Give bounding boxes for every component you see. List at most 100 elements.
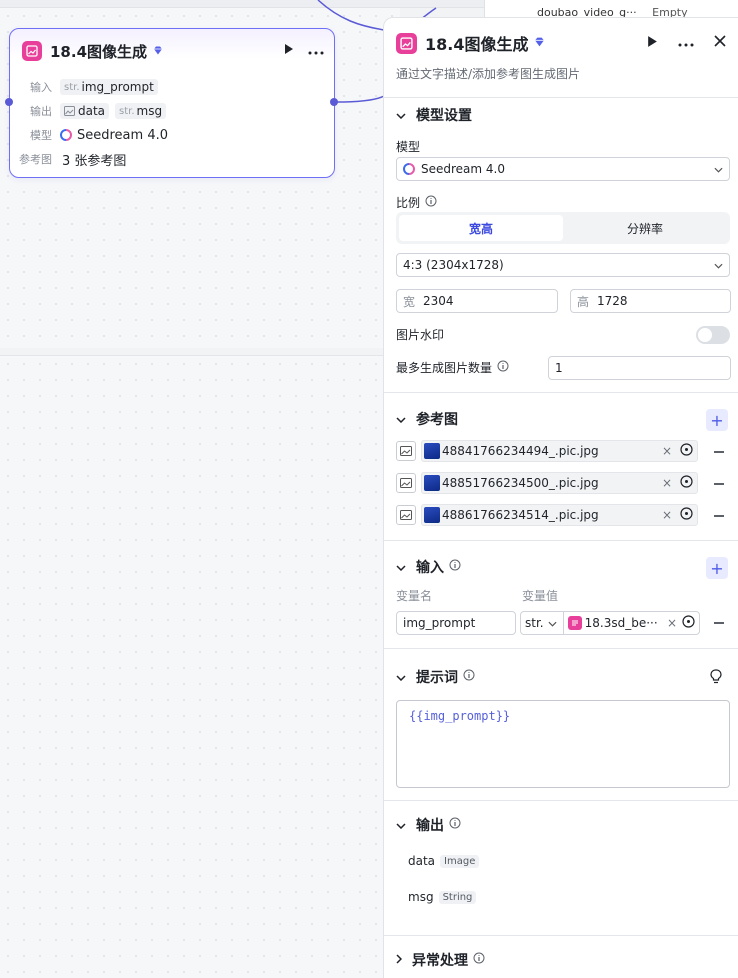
node-ref-row: 参考图 3 张参考图 <box>19 147 172 171</box>
chevron-down-icon <box>396 559 406 575</box>
prompt-textarea[interactable]: {{img_prompt}} <box>396 700 730 788</box>
output-header[interactable]: 输出 <box>396 814 461 836</box>
info-icon[interactable] <box>463 669 475 685</box>
image-type-icon <box>64 106 75 116</box>
type-prefix: str. <box>64 81 80 93</box>
remove-reference-button[interactable] <box>714 515 724 517</box>
remove-reference-button[interactable] <box>714 483 724 485</box>
model-select-value: Seedream 4.0 <box>421 162 505 176</box>
output-name: msg <box>408 890 434 904</box>
node-output-port[interactable] <box>330 98 338 106</box>
input-header[interactable]: 输入 <box>396 556 461 578</box>
reference-file-pill[interactable]: 48841766234494_.pic.jpg × <box>421 440 698 462</box>
section-title: 异常处理 <box>412 953 468 969</box>
height-prefix: 高 <box>577 294 590 309</box>
info-icon[interactable] <box>473 952 485 968</box>
chevron-down-icon <box>714 258 723 272</box>
reference-thumbnail <box>424 475 440 491</box>
max-count-value: 1 <box>555 361 563 375</box>
info-icon[interactable] <box>449 559 461 575</box>
var-value-column: 变量值 <box>522 589 559 603</box>
model-select[interactable]: Seedream 4.0 <box>396 157 730 181</box>
section-title: 参考图 <box>416 412 458 428</box>
reference-filename: 48851766234500_.pic.jpg <box>442 476 599 490</box>
lightbulb-icon[interactable] <box>710 669 722 688</box>
seedream-logo-icon <box>60 129 72 141</box>
output-name: data <box>408 854 436 868</box>
width-prefix: 宽 <box>403 294 416 309</box>
height-input[interactable]: 高 1728 <box>570 289 731 313</box>
width-value: 2304 <box>423 294 454 308</box>
node-ref-icon <box>567 616 582 630</box>
reference-thumbnail <box>424 443 440 459</box>
output-type-badge: Image <box>440 854 480 868</box>
prompt-header[interactable]: 提示词 <box>396 666 475 688</box>
chevron-down-icon <box>396 669 406 685</box>
output-item: msg String <box>408 890 477 904</box>
max-count-label-row: 最多生成图片数量 <box>396 359 509 376</box>
chevron-right-icon <box>396 952 403 968</box>
image-gen-node[interactable]: 18.4图像生成 输入 str. img_prompt 输出 data str.… <box>9 28 335 178</box>
target-icon[interactable] <box>680 507 693 523</box>
info-icon[interactable] <box>497 360 509 375</box>
target-icon[interactable] <box>680 475 693 491</box>
image-gen-icon <box>396 32 417 54</box>
target-icon[interactable] <box>680 443 693 459</box>
max-count-input[interactable]: 1 <box>548 356 731 380</box>
tab-width-height[interactable]: 宽高 <box>399 215 563 241</box>
panel-header: 18.4图像生成 <box>396 30 726 56</box>
width-input[interactable]: 宽 2304 <box>396 289 558 313</box>
output-item: data Image <box>408 854 480 868</box>
node-input-label: 输入 <box>30 81 52 94</box>
remove-icon[interactable]: × <box>667 616 677 630</box>
error-handling-section: 异常处理 <box>384 935 738 978</box>
remove-input-button[interactable] <box>714 622 724 624</box>
ratio-select[interactable]: 4:3 (2304x1728) <box>396 253 730 277</box>
section-title: 提示词 <box>416 670 458 686</box>
watermark-label: 图片水印 <box>396 328 445 342</box>
panel-title[interactable]: 18.4图像生成 <box>425 31 528 55</box>
watermark-toggle[interactable] <box>696 326 730 344</box>
add-input-button[interactable]: + <box>706 557 728 579</box>
image-icon[interactable] <box>396 473 416 493</box>
max-count-label: 最多生成图片数量 <box>396 361 493 375</box>
more-options-icon[interactable] <box>678 36 694 51</box>
reference-item: 48861766234514_.pic.jpg × <box>396 503 698 527</box>
model-settings-header[interactable]: 模型设置 <box>396 104 472 126</box>
run-node-icon[interactable] <box>284 43 294 59</box>
ratio-mode-tabs: 宽高 分辨率 <box>396 212 730 244</box>
node-output-data-tag: data <box>60 103 110 119</box>
remove-icon[interactable]: × <box>662 508 672 522</box>
var-type-select[interactable]: str. <box>525 616 544 630</box>
node-model-label: 模型 <box>30 129 52 142</box>
output-type-badge: String <box>438 890 477 904</box>
panel-description: 通过文字描述/添加参考图生成图片 <box>396 67 581 81</box>
close-icon[interactable] <box>714 35 726 51</box>
reference-header[interactable]: 参考图 <box>396 408 458 430</box>
remove-icon[interactable]: × <box>662 444 672 458</box>
image-icon[interactable] <box>396 441 416 461</box>
node-title: 18.4图像生成 <box>50 42 148 61</box>
var-value-input[interactable]: str. 18.3sd_be··· × <box>520 611 700 635</box>
info-icon[interactable] <box>449 817 461 833</box>
remove-icon[interactable]: × <box>662 476 672 490</box>
tab-resolution[interactable]: 分辨率 <box>563 215 727 241</box>
reference-file-pill[interactable]: 48861766234514_.pic.jpg × <box>421 504 698 526</box>
target-icon[interactable] <box>682 615 695 631</box>
node-ref-label: 参考图 <box>19 153 52 166</box>
premium-gem-icon <box>153 44 163 59</box>
error-handling-header[interactable]: 异常处理 <box>396 949 485 971</box>
image-icon[interactable] <box>396 505 416 525</box>
node-input-tag: str. img_prompt <box>60 79 158 95</box>
run-node-icon[interactable] <box>647 35 658 52</box>
var-ref-value: 18.3sd_be··· <box>584 616 658 630</box>
canvas-grid-bottom[interactable] <box>0 355 400 978</box>
info-icon[interactable] <box>425 195 437 210</box>
var-name-input[interactable]: img_prompt <box>396 611 516 635</box>
add-reference-button[interactable]: + <box>706 409 728 431</box>
more-options-icon[interactable] <box>308 44 324 59</box>
remove-reference-button[interactable] <box>714 451 724 453</box>
reference-file-pill[interactable]: 48851766234500_.pic.jpg × <box>421 472 698 494</box>
section-title: 输入 <box>416 560 444 576</box>
node-input-port[interactable] <box>5 98 13 106</box>
